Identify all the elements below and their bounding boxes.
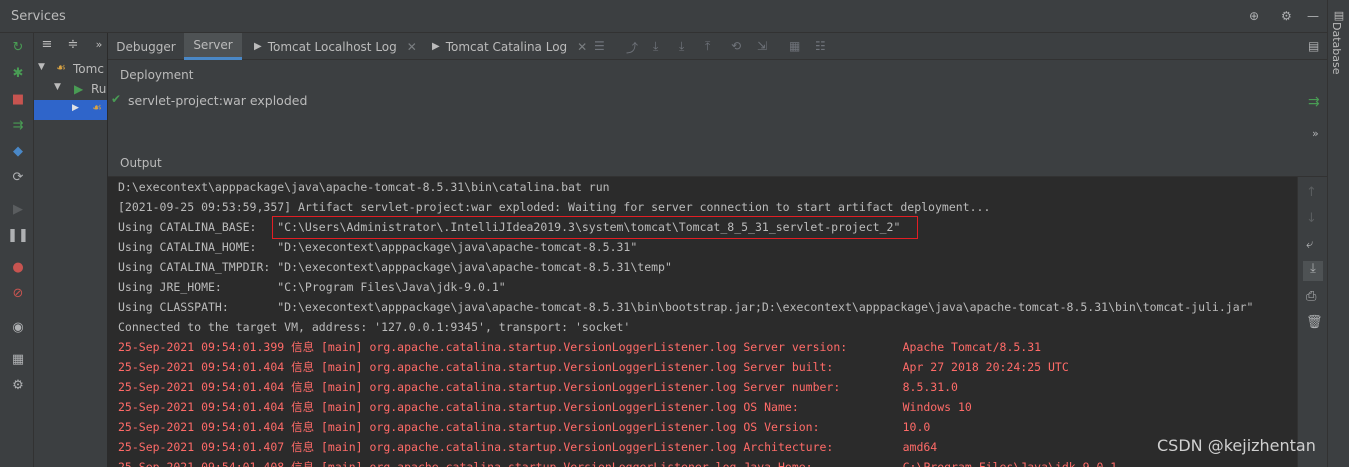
- console-line: 25-Sep-2021 09:54:01.407 信息 [main] org.a…: [118, 440, 938, 454]
- mute-breakpoints-icon[interactable]: ⊘: [10, 285, 26, 301]
- console-line: Using CLASSPATH: "D:\execontext\apppacka…: [118, 300, 1254, 314]
- console-line: 25-Sep-2021 09:54:01.404 信息 [main] org.a…: [118, 360, 1069, 374]
- console-line: D:\execontext\apppackage\java\apache-tom…: [118, 180, 610, 194]
- stop-icon[interactable]: ■: [10, 91, 26, 107]
- chevron-right-icon: ▶: [72, 103, 79, 113]
- console-toolbar: ↑ ↓ ⤶ ⤓ ⎙ 🗑: [1297, 177, 1327, 467]
- output-label: Output: [120, 156, 162, 170]
- deployment-header: Deployment: [108, 60, 1327, 90]
- console-line: 25-Sep-2021 09:54:01.404 信息 [main] org.a…: [118, 420, 931, 434]
- console-output[interactable]: D:\execontext\apppackage\java\apache-tom…: [108, 177, 1297, 467]
- resume-icon[interactable]: ▶: [10, 201, 26, 217]
- tree-item-running[interactable]: ▼ ▶ Ru: [34, 80, 107, 100]
- console-line: Using JRE_HOME: "C:\Program Files\Java\j…: [118, 280, 506, 294]
- pause-icon[interactable]: ❚❚: [7, 227, 29, 243]
- evaluate-expression-icon[interactable]: ▦: [789, 39, 800, 53]
- close-icon[interactable]: ✕: [577, 40, 587, 54]
- catalina-base-highlight: [272, 216, 918, 239]
- run-icon: ▶: [74, 82, 84, 96]
- step-out-icon[interactable]: ⤒: [705, 39, 710, 54]
- show-execution-point-icon[interactable]: ⤴: [626, 39, 638, 56]
- tomcat-icon: ☙: [92, 101, 102, 114]
- tab-server[interactable]: Server: [184, 33, 242, 60]
- log-icon: ▶: [254, 41, 262, 52]
- list-icon[interactable]: ☰: [594, 39, 605, 53]
- deployment-label: Deployment: [120, 68, 194, 82]
- artifact-name: servlet-project:war exploded: [128, 93, 308, 108]
- close-icon[interactable]: ✕: [407, 40, 417, 54]
- window-title: Services: [11, 9, 66, 24]
- update-icon[interactable]: ⟳: [10, 169, 26, 185]
- console-line: 25-Sep-2021 09:54:01.399 信息 [main] org.a…: [118, 340, 1042, 354]
- debug-bug-icon[interactable]: ✱: [10, 65, 26, 81]
- step-into-icon[interactable]: ⤓: [679, 39, 684, 54]
- console-line: Using CATALINA_HOME: "D:\execontext\appp…: [118, 240, 638, 254]
- settings-icon[interactable]: ⚙: [10, 377, 26, 393]
- tab-tomcat-localhost-log[interactable]: ▶ Tomcat Localhost Log ✕: [254, 33, 418, 60]
- log-icon: ▶: [432, 41, 440, 52]
- right-tool-strip: ▤ Database: [1327, 0, 1349, 467]
- tab-tomcat-catalina-log[interactable]: ▶ Tomcat Catalina Log ✕: [432, 33, 596, 60]
- list-item[interactable]: ✔ servlet-project:war exploded: [108, 90, 1327, 110]
- trace-icon[interactable]: ☷: [815, 39, 826, 53]
- up-arrow-icon[interactable]: ↑: [1306, 185, 1317, 200]
- more-icon[interactable]: »: [1312, 127, 1319, 140]
- scroll-to-end-icon[interactable]: ⤓: [1303, 261, 1323, 281]
- layout-grid-icon[interactable]: ▤: [1308, 39, 1319, 53]
- layout-icon[interactable]: ▦: [10, 351, 26, 367]
- crosshair-icon[interactable]: ⊕: [1249, 9, 1259, 23]
- trash-icon[interactable]: 🗑: [1306, 315, 1323, 330]
- console-line: [2021-09-25 09:53:59,357] Artifact servl…: [118, 200, 991, 214]
- drop-frame-icon[interactable]: ⟲: [731, 39, 741, 53]
- console-line: 25-Sep-2021 09:54:01.408 信息 [main] org.a…: [118, 460, 1118, 467]
- services-title-bar: Services ⊕ ⚙ —: [0, 0, 1327, 33]
- console-line: 25-Sep-2021 09:54:01.404 信息 [main] org.a…: [118, 380, 958, 394]
- console-line: Using CATALINA_TMPDIR: "D:\execontext\ap…: [118, 260, 672, 274]
- watermark: CSDN @kejizhentan: [1157, 436, 1316, 455]
- tree-item-server-selected[interactable]: ▶ ☙: [34, 100, 107, 120]
- chevron-down-icon: ▼: [38, 62, 45, 72]
- soft-wrap-icon[interactable]: ⤶: [1306, 237, 1313, 252]
- tab-debugger[interactable]: Debugger: [108, 33, 184, 60]
- services-left-toolbar: ↻ ✱ ■ ⇉ ◆ ⟳ ▶ ❚❚ ● ⊘ ◉ ▦ ⚙: [0, 33, 34, 467]
- expand-all-icon[interactable]: ≡: [39, 37, 55, 53]
- down-arrow-icon[interactable]: ↓: [1306, 211, 1317, 226]
- deploy-all-icon[interactable]: ⇉: [1308, 94, 1320, 110]
- database-tool-label[interactable]: Database: [1330, 22, 1343, 75]
- camera-icon[interactable]: ◉: [10, 319, 26, 335]
- minimize-icon[interactable]: —: [1307, 9, 1319, 23]
- artifact-icon[interactable]: ◆: [10, 143, 26, 159]
- rerun-icon[interactable]: ↻: [10, 39, 26, 55]
- deployment-list: ✔ servlet-project:war exploded ⇉ »: [108, 90, 1327, 152]
- deploy-icon[interactable]: ⇉: [10, 117, 26, 133]
- step-over-icon[interactable]: ⤓: [653, 39, 658, 54]
- output-header: Output: [108, 152, 1327, 177]
- tab-bar: Debugger Server ▶ Tomcat Localhost Log ✕…: [108, 33, 1327, 60]
- services-tree: ≡ ≑ » ▼ ☙ Tomc ▼ ▶ Ru ▶ ☙: [34, 33, 108, 467]
- run-to-cursor-icon[interactable]: ⇲: [757, 39, 767, 53]
- tomcat-icon: ☙: [56, 61, 66, 74]
- tree-item-tomcat[interactable]: ▼ ☙ Tomc: [34, 60, 107, 80]
- check-icon: ✔: [111, 92, 122, 106]
- more-icon[interactable]: »: [91, 37, 107, 53]
- print-icon[interactable]: ⎙: [1306, 289, 1316, 304]
- collapse-all-icon[interactable]: ≑: [65, 37, 81, 53]
- console-line: Connected to the target VM, address: '12…: [118, 320, 631, 334]
- gear-icon[interactable]: ⚙: [1281, 9, 1292, 23]
- chevron-down-icon: ▼: [54, 82, 61, 92]
- console-line: 25-Sep-2021 09:54:01.404 信息 [main] org.a…: [118, 400, 972, 414]
- view-breakpoints-icon[interactable]: ●: [10, 259, 26, 275]
